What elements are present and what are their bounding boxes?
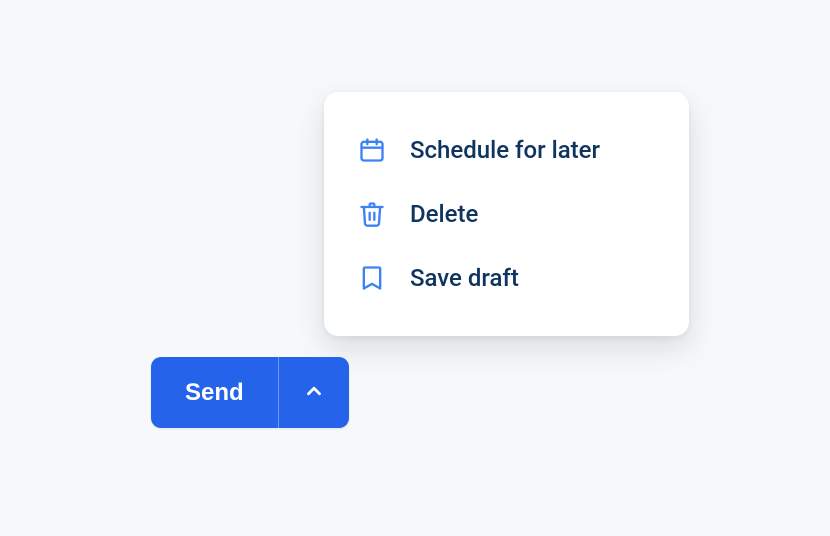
menu-item-label: Save draft [410, 264, 519, 292]
calendar-icon [358, 136, 386, 164]
chevron-up-icon [303, 380, 325, 405]
menu-item-label: Delete [410, 200, 478, 228]
menu-item-label: Schedule for later [410, 136, 600, 164]
send-split-button: Send [151, 357, 349, 428]
bookmark-icon [358, 264, 386, 292]
menu-item-schedule[interactable]: Schedule for later [324, 118, 689, 182]
dropdown-toggle-button[interactable] [278, 357, 349, 428]
menu-item-delete[interactable]: Delete [324, 182, 689, 246]
menu-item-save-draft[interactable]: Save draft [324, 246, 689, 310]
trash-icon [358, 200, 386, 228]
dropdown-menu: Schedule for later Delete Save draft [324, 92, 689, 336]
send-button[interactable]: Send [151, 357, 278, 428]
